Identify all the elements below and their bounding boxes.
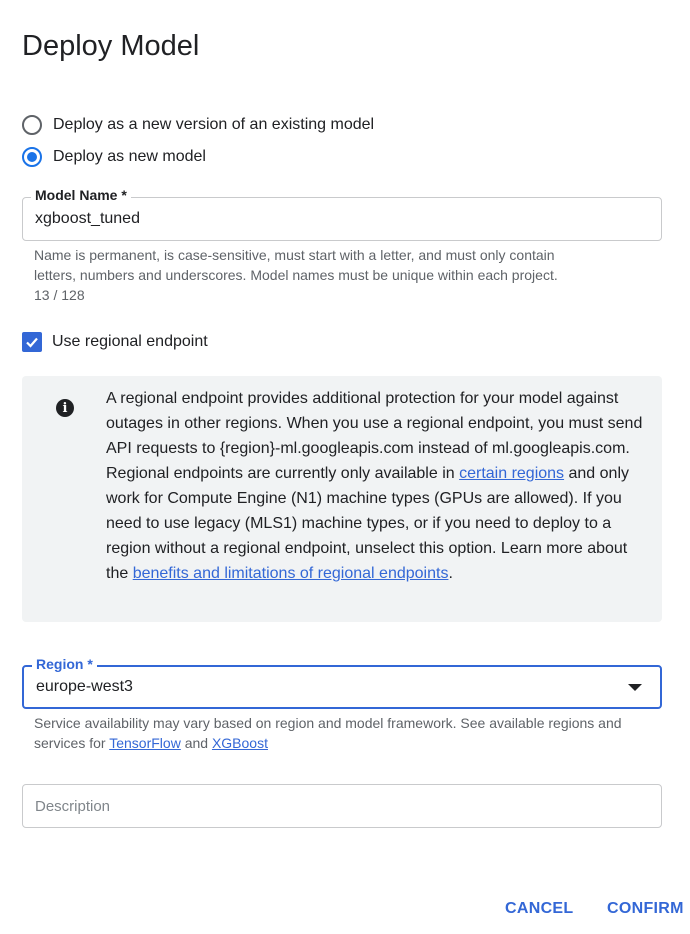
radio-existing-model[interactable]: Deploy as a new version of an existing m… bbox=[22, 115, 374, 135]
model-name-input[interactable] bbox=[35, 210, 595, 228]
regional-endpoint-info-box: i A regional endpoint provides additiona… bbox=[22, 376, 662, 622]
regional-endpoint-checkbox[interactable] bbox=[22, 332, 42, 352]
radio-new-model[interactable]: Deploy as new model bbox=[22, 147, 206, 167]
model-name-counter: 13 / 128 bbox=[34, 287, 85, 303]
radio-button-checked[interactable] bbox=[22, 147, 42, 167]
region-label: Region * bbox=[32, 656, 97, 672]
model-name-label: Model Name * bbox=[31, 187, 131, 203]
model-name-hint-line2: letters, numbers and underscores. Model … bbox=[34, 267, 558, 283]
radio-label-new-model: Deploy as new model bbox=[53, 148, 206, 165]
info-icon: i bbox=[56, 399, 74, 417]
info-text: A regional endpoint provides additional … bbox=[106, 386, 646, 586]
region-select[interactable]: Region * europe-west3 bbox=[22, 656, 662, 709]
regional-endpoint-checkbox-row[interactable]: Use regional endpoint bbox=[22, 332, 208, 352]
dropdown-arrow-icon[interactable] bbox=[628, 684, 642, 691]
regional-endpoint-label: Use regional endpoint bbox=[52, 333, 208, 350]
region-hint: Service availability may vary based on r… bbox=[34, 713, 654, 753]
benefits-limitations-link[interactable]: benefits and limitations of regional end… bbox=[133, 565, 449, 582]
model-name-hint: Name is permanent, is case-sensitive, mu… bbox=[34, 245, 654, 305]
region-hint-and: and bbox=[180, 735, 212, 751]
radio-button-unchecked[interactable] bbox=[22, 115, 42, 135]
cancel-button[interactable]: CANCEL bbox=[505, 900, 573, 918]
region-value: europe-west3 bbox=[36, 678, 133, 695]
model-name-field[interactable]: Model Name * bbox=[22, 187, 662, 241]
description-field[interactable]: Description bbox=[22, 784, 662, 828]
dialog-title: Deploy Model bbox=[22, 30, 200, 62]
description-placeholder: Description bbox=[35, 798, 111, 815]
info-text-part3: . bbox=[448, 565, 453, 582]
checkmark-icon bbox=[26, 337, 38, 348]
xgboost-link[interactable]: XGBoost bbox=[212, 735, 268, 751]
confirm-button[interactable]: CONFIRM bbox=[607, 900, 684, 918]
tensorflow-link[interactable]: TensorFlow bbox=[109, 735, 181, 751]
certain-regions-link[interactable]: certain regions bbox=[459, 465, 564, 482]
radio-label-existing-model: Deploy as a new version of an existing m… bbox=[53, 116, 375, 133]
model-name-hint-line1: Name is permanent, is case-sensitive, mu… bbox=[34, 247, 555, 263]
